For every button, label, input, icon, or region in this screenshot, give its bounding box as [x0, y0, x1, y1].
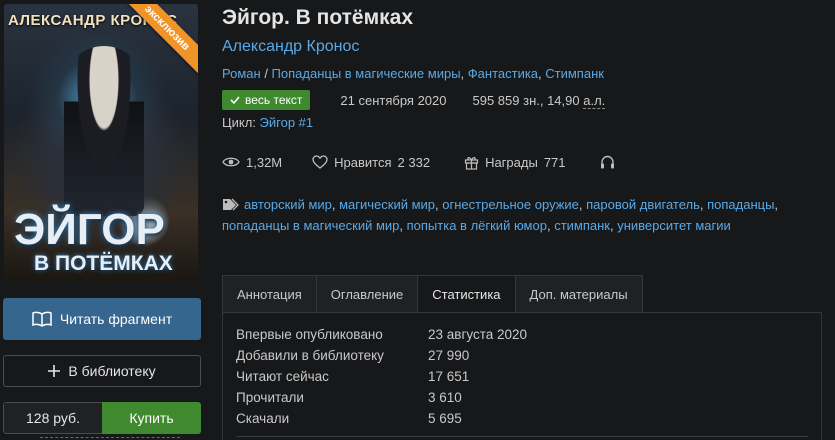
tag-link[interactable]: паровой двигатель	[586, 197, 700, 212]
tab-extra-materials[interactable]: Доп. материалы	[514, 275, 643, 313]
author-link[interactable]: Александр Кронос	[222, 38, 359, 56]
add-to-library-button[interactable]: В библиотеку	[3, 355, 201, 387]
tag-separator: ,	[699, 197, 708, 212]
book-tabs: Аннотация Оглавление Статистика Доп. мат…	[222, 275, 643, 313]
statistics-row: Читают сейчас 17 651	[236, 366, 527, 387]
tag-link[interactable]: огнестрельное оружие	[442, 197, 579, 212]
awards-count: 771	[543, 154, 566, 170]
cycle-link[interactable]: Эйгор #1	[260, 115, 314, 130]
tag-link[interactable]: попаданцы в магический мир	[222, 218, 399, 233]
read-fragment-label: Читать фрагмент	[59, 311, 173, 327]
statistics-value: 17 651	[428, 369, 470, 384]
tag-link[interactable]: попытка в лёгкий юмор	[407, 218, 547, 233]
status-badge-label: весь текст	[245, 93, 303, 107]
audio-stat[interactable]	[600, 155, 615, 169]
genre-list: Роман / Попаданцы в магические миры, Фан…	[222, 66, 604, 81]
statistics-row: Прочитали 3 610	[236, 387, 527, 408]
tag-link[interactable]: попаданцы	[707, 197, 774, 212]
statistics-label: Добавили в библиотеку	[236, 348, 384, 363]
book-meta: весь текст 21 сентября 2020 595 859 зн.,…	[222, 89, 606, 111]
tag-list: авторский мир, магический мир, огнестрел…	[222, 194, 822, 236]
statistics-row: Впервые опубликовано 23 августа 2020	[236, 324, 527, 345]
awards-stat[interactable]: Награды 771	[464, 154, 566, 170]
book-cycle: Цикл: Эйгор #1	[222, 115, 313, 130]
check-icon	[230, 96, 240, 105]
tag-link[interactable]: магии	[695, 218, 730, 233]
statistics-row: Добавили в библиотеку 27 990	[236, 345, 527, 366]
tab-annotation[interactable]: Аннотация	[222, 275, 317, 313]
book-size-value: 595 859 зн., 14,90	[472, 92, 580, 108]
cover-figure	[64, 46, 144, 216]
book-size: 595 859 зн., 14,90 а.л.	[472, 92, 606, 109]
tag-link[interactable]: магический мир	[339, 197, 435, 212]
awards-label: Награды	[485, 154, 538, 170]
statistics-table: Впервые опубликовано 23 августа 2020 Доб…	[236, 324, 527, 429]
gift-icon	[464, 156, 479, 170]
cycle-label: Цикл:	[222, 115, 256, 130]
tags-icon	[223, 198, 239, 211]
buy-button[interactable]: Купить	[102, 402, 201, 434]
tag-separator: ,	[774, 197, 779, 212]
genre-separator: /	[264, 66, 272, 81]
likes-count: 2 332	[397, 154, 431, 170]
genre-separator: ,	[460, 66, 468, 81]
book-title: Эйгор. В потёмках	[222, 6, 413, 29]
author-sheets-unit[interactable]: а.л.	[583, 92, 606, 109]
tag-link[interactable]: стимпанк	[554, 218, 610, 233]
headphones-icon	[600, 155, 614, 169]
cover-subtitle-text: В ПОТЁМКАХ	[34, 252, 173, 275]
tab-contents[interactable]: Оглавление	[315, 275, 419, 313]
eye-icon	[222, 157, 240, 167]
likes-stat[interactable]: Нравится 2 332	[312, 155, 430, 170]
status-badge: весь текст	[222, 90, 311, 110]
price-label: 128 руб.	[3, 402, 102, 434]
tag-link[interactable]: авторский мир	[244, 197, 332, 212]
views-stat: 1,32M	[222, 155, 282, 170]
purchase-row: 128 руб. Купить	[3, 402, 201, 434]
statistics-divider	[236, 436, 808, 437]
statistics-value: 5 695	[428, 411, 462, 426]
likes-label: Нравится	[334, 154, 392, 170]
tag-separator: ,	[399, 218, 407, 233]
tag-link[interactable]: университет	[617, 218, 691, 233]
statistics-value: 27 990	[428, 348, 470, 363]
views-count: 1,32M	[246, 154, 283, 170]
statistics-label: Впервые опубликовано	[236, 327, 383, 342]
read-fragment-button[interactable]: Читать фрагмент	[3, 298, 201, 340]
statistics-value: 3 610	[428, 390, 462, 405]
statistics-label: Скачали	[236, 411, 290, 426]
genre-link[interactable]: Стимпанк	[545, 66, 604, 81]
tab-statistics[interactable]: Статистика	[417, 275, 516, 313]
heart-icon	[312, 155, 328, 169]
genre-link[interactable]: Фантастика	[468, 66, 538, 81]
publish-date: 21 сентября 2020	[340, 92, 447, 108]
plus-icon	[48, 365, 61, 377]
open-book-icon	[32, 311, 52, 327]
genre-link[interactable]: Роман	[222, 66, 261, 81]
add-to-library-label: В библиотеку	[68, 363, 156, 379]
stats-row: 1,32M Нравится 2 332 Награды 771	[222, 152, 615, 172]
cover-title-text: ЭЙГОР	[14, 205, 165, 254]
statistics-label: Прочитали	[236, 390, 304, 405]
statistics-row: Скачали 5 695	[236, 408, 527, 429]
statistics-value: 23 августа 2020	[428, 327, 528, 342]
book-cover[interactable]: АЛЕКСАНДР КРОНОС ЭЙГОР В ПОТЁМКАХ эксклю…	[4, 4, 198, 282]
statistics-label: Читают сейчас	[236, 369, 329, 384]
genre-link[interactable]: Попаданцы в магические миры	[272, 66, 461, 81]
